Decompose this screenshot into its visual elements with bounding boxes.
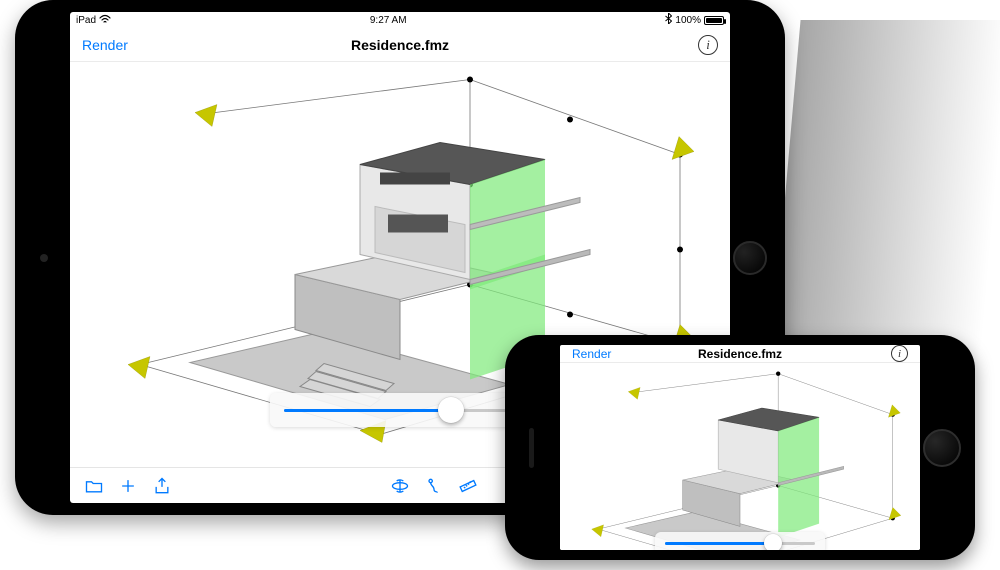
info-button[interactable]: i bbox=[698, 35, 718, 55]
render-button[interactable]: Render bbox=[82, 37, 128, 53]
status-carrier: iPad bbox=[76, 15, 96, 26]
battery-icon bbox=[704, 16, 724, 25]
render-button[interactable]: Render bbox=[572, 347, 611, 361]
info-button[interactable]: i bbox=[891, 345, 908, 362]
slider-thumb[interactable] bbox=[438, 397, 464, 423]
document-title: Residence.fmz bbox=[351, 37, 449, 53]
model-drawing bbox=[560, 363, 920, 550]
measure-button[interactable] bbox=[458, 476, 478, 496]
status-time: 9:27 AM bbox=[370, 15, 407, 26]
iphone-home-button[interactable] bbox=[923, 429, 961, 467]
iphone-screen: Render Residence.fmz i bbox=[560, 345, 920, 550]
walk-button[interactable] bbox=[424, 476, 444, 496]
ipad-camera bbox=[40, 254, 48, 262]
add-button[interactable] bbox=[118, 476, 138, 496]
slider-track bbox=[284, 409, 516, 412]
status-bar: iPad 9:27 AM 100% bbox=[70, 12, 730, 28]
model-viewport[interactable] bbox=[560, 363, 920, 550]
ipad-home-button[interactable] bbox=[733, 241, 767, 275]
section-slider[interactable] bbox=[270, 393, 530, 427]
iphone-device-frame: Render Residence.fmz i bbox=[505, 335, 975, 560]
slider-fill bbox=[665, 542, 773, 545]
share-button[interactable] bbox=[152, 476, 172, 496]
section-slider[interactable] bbox=[655, 532, 825, 550]
navigation-bar: Render Residence.fmz i bbox=[70, 28, 730, 62]
orbit-button[interactable] bbox=[390, 476, 410, 496]
files-button[interactable] bbox=[84, 476, 104, 496]
wifi-icon bbox=[99, 14, 111, 27]
bluetooth-icon bbox=[665, 13, 672, 27]
slider-thumb[interactable] bbox=[764, 534, 782, 550]
status-battery-percent: 100% bbox=[675, 15, 701, 26]
document-title: Residence.fmz bbox=[698, 347, 782, 361]
iphone-speaker bbox=[529, 428, 534, 468]
slider-fill bbox=[284, 409, 451, 412]
navigation-bar: Render Residence.fmz i bbox=[560, 345, 920, 363]
slider-track bbox=[665, 542, 815, 545]
